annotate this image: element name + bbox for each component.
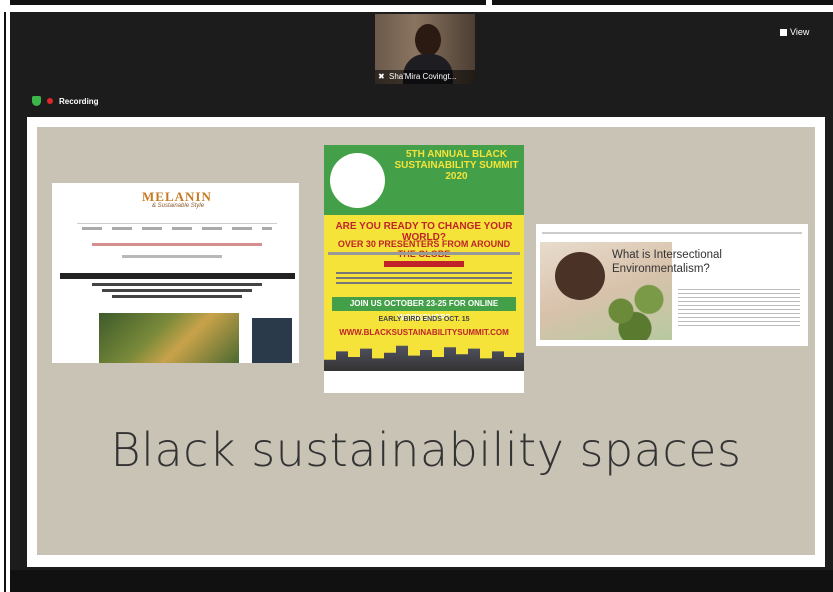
view-button[interactable]: View — [780, 27, 809, 37]
website-banner — [60, 273, 295, 279]
flyer-early-bird: EARLY BIRD ENDS OCT. 15 — [378, 316, 470, 323]
flyer-skyline — [324, 345, 524, 371]
article-title: What is Intersectional Environmentalism? — [612, 249, 722, 275]
mic-muted-icon: ✖ — [378, 72, 385, 81]
screen-top-strip — [0, 0, 833, 12]
article-headline-line — [92, 283, 262, 286]
flyer-presenter-names — [336, 272, 512, 284]
recording-indicator[interactable]: Recording — [32, 96, 99, 106]
view-label: View — [790, 27, 810, 37]
shared-screen: MELANIN & Sustainable Style 5TH ANNUAL B… — [27, 117, 825, 567]
flyer-presenters-banner — [384, 261, 464, 267]
website-nav-divider — [77, 223, 277, 224]
meeting-window: Sha'Mira Covingt... ✖ View Recording MEL… — [10, 12, 833, 592]
security-shield-icon — [32, 96, 41, 106]
summit-logo-icon — [330, 153, 385, 208]
illustration-figure — [555, 252, 605, 300]
participant-name: Sha'Mira Covingt... — [375, 70, 475, 84]
website-tagline — [92, 243, 262, 246]
view-grid-icon — [780, 28, 787, 36]
slide-caption: Black sustainability spaces — [110, 423, 742, 477]
sidebar-portrait-image — [252, 318, 292, 363]
flyer-join: JOIN US OCTOBER 23-25 FOR ONLINE WORKSHO… — [332, 297, 516, 322]
flyer-dates-line — [328, 252, 520, 255]
recording-dot-icon — [47, 98, 53, 104]
illustration-leaves — [600, 282, 670, 340]
presentation-slide: MELANIN & Sustainable Style 5TH ANNUAL B… — [37, 127, 815, 555]
melanin-subtitle: & Sustainable Style — [152, 203, 205, 209]
summit-flyer: 5TH ANNUAL BLACK SUSTAINABILITY SUMMIT 2… — [324, 145, 524, 393]
meeting-control-bar[interactable] — [10, 570, 833, 592]
screen-left-strip — [0, 0, 10, 592]
top-bar-segment-right — [492, 0, 833, 5]
top-bar-segment-left — [10, 0, 486, 5]
flyer-url: WWW.BLACKSUSTAINABILITYSUMMIT.COM — [339, 328, 509, 337]
participant-video-tile[interactable]: Sha'Mira Covingt... ✖ — [375, 14, 475, 84]
website-nav-links — [82, 227, 272, 230]
site-header-line — [542, 232, 802, 234]
participant-head — [415, 24, 441, 56]
article-headline-line — [112, 295, 242, 298]
article-headline-line — [102, 289, 252, 292]
sunflower-image — [99, 313, 239, 363]
flyer-title: 5TH ANNUAL BLACK SUSTAINABILITY SUMMIT 2… — [394, 149, 519, 182]
recording-label: Recording — [59, 96, 99, 106]
melanin-website-screenshot: MELANIN & Sustainable Style — [52, 183, 299, 363]
article-body-text — [678, 286, 800, 326]
flyer-sponsor-logos — [324, 371, 524, 393]
left-divider — [4, 12, 6, 592]
intersectional-env-screenshot: What is Intersectional Environmentalism? — [536, 224, 808, 346]
website-tagline-sub — [122, 255, 222, 258]
flyer-presenters: OVER 30 PRESENTERS FROM AROUND THE GLOBE — [337, 239, 511, 259]
